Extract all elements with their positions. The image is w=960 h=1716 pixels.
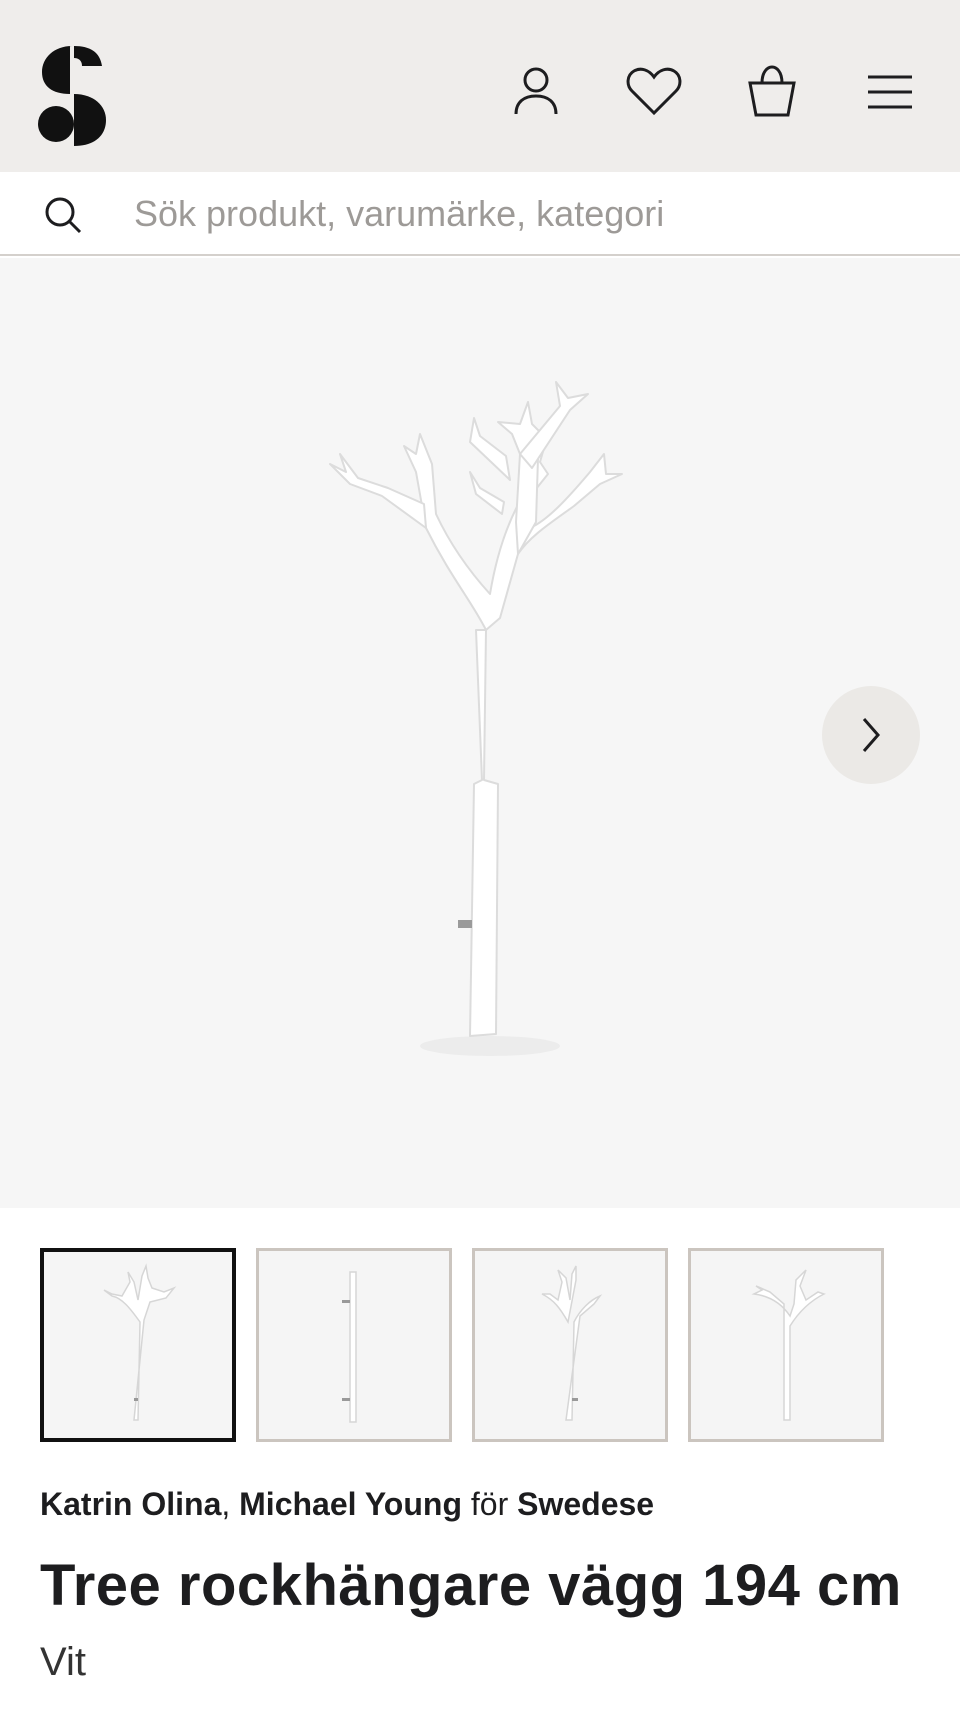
product-variant: Vit <box>40 1640 86 1684</box>
product-title: Tree rockhängare vägg 194 cm <box>40 1553 902 1618</box>
chevron-right-icon <box>862 718 880 752</box>
search-input[interactable] <box>134 186 914 242</box>
credit-separator: , <box>221 1486 231 1522</box>
thumbnail-1[interactable] <box>40 1248 236 1442</box>
thumbnail-strip <box>40 1248 884 1442</box>
thumbnail-tree-image <box>103 1263 177 1421</box>
account-icon[interactable] <box>504 60 568 124</box>
thumbnail-front-image <box>751 1269 826 1421</box>
menu-icon[interactable] <box>858 60 922 124</box>
thumbnail-2[interactable] <box>256 1248 452 1442</box>
thumbnail-3[interactable] <box>472 1248 668 1442</box>
designer-link[interactable]: Michael Young <box>239 1486 462 1522</box>
thumbnail-angle-image <box>541 1265 603 1421</box>
basket-icon[interactable] <box>740 60 804 124</box>
next-image-button[interactable] <box>822 686 920 784</box>
product-image[interactable] <box>0 258 960 1208</box>
thumbnail-4[interactable] <box>688 1248 884 1442</box>
designer-link[interactable]: Katrin Olina <box>40 1486 221 1522</box>
heart-icon[interactable] <box>622 60 686 124</box>
product-credits: Katrin Olina, Michael Young för Swedese <box>40 1486 654 1523</box>
brand-link[interactable]: Swedese <box>517 1486 654 1522</box>
tree-coat-rack-image <box>329 381 623 1056</box>
search-bar <box>0 172 960 256</box>
site-header <box>0 0 960 172</box>
credit-for-word: för <box>470 1486 509 1522</box>
brand-logo[interactable] <box>36 42 108 146</box>
search-icon[interactable] <box>44 196 82 234</box>
thumbnail-side-image <box>342 1271 357 1423</box>
